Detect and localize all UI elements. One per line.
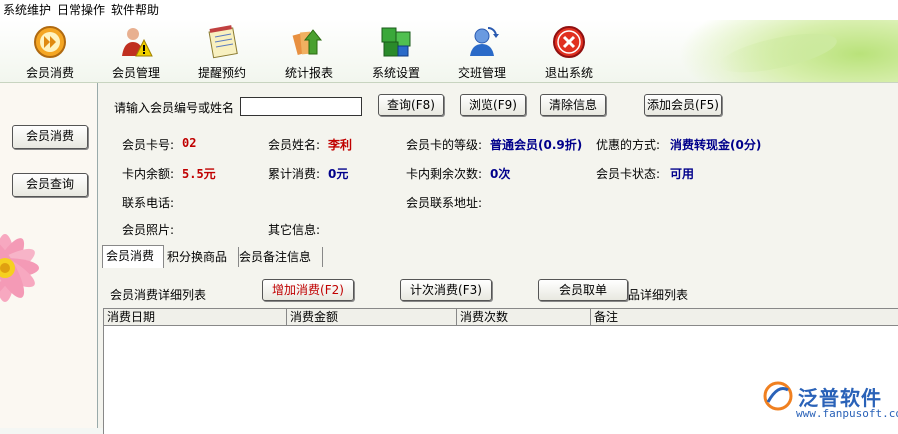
total-label: 累计消费:	[268, 167, 321, 181]
column-header-date[interactable]: 消费日期	[104, 309, 287, 326]
toolbar-label: 交班管理	[457, 66, 506, 80]
search-input[interactable]	[240, 97, 362, 116]
brand-url: www.fanpusoft.com	[796, 407, 898, 420]
discount-value: 消费转现金(0分)	[670, 138, 762, 152]
toolbar-exit-button[interactable]: 退出系统	[534, 24, 604, 81]
tab-member-notes[interactable]: 会员备注信息	[236, 247, 323, 267]
toolbar: 会员消费 会员管理 提醒预约 统计报表 系统设置 交班管理 退出系统	[0, 20, 898, 83]
level-value: 普通会员(0.9折)	[490, 138, 583, 152]
balance-value: 5.5元	[182, 167, 216, 181]
toolbar-label: 退出系统	[544, 66, 593, 80]
toolbar-label: 统计报表	[284, 66, 333, 80]
member-warning-icon	[118, 24, 154, 60]
sidebar-member-query-button[interactable]: 会员查询	[12, 173, 88, 197]
search-label: 请输入会员编号或姓名	[114, 101, 235, 115]
status-label: 会员卡状态:	[596, 167, 661, 181]
sidebar-member-consume-button[interactable]: 会员消费	[12, 125, 88, 149]
level-label: 会员卡的等级:	[406, 138, 483, 152]
column-header-note[interactable]: 备注	[591, 309, 898, 326]
tab-points-exchange[interactable]: 积分换商品	[164, 247, 239, 267]
report-arrow-icon	[291, 24, 327, 60]
card-no-value: 02	[182, 136, 197, 150]
detail-list-title: 会员消费详细列表	[110, 288, 207, 302]
toolbar-shift-button[interactable]: 交班管理	[447, 24, 517, 81]
toolbar-label: 系统设置	[371, 66, 420, 80]
toolbar-settings-button[interactable]: 系统设置	[361, 24, 431, 81]
left-panel: 会员消费 会员查询	[0, 83, 98, 428]
menu-daily-operation[interactable]: 日常操作	[54, 0, 108, 18]
shift-handover-icon	[464, 24, 500, 60]
toolbar-report-button[interactable]: 统计报表	[274, 24, 344, 81]
remain-value: 0次	[490, 167, 511, 181]
cancel-order-button[interactable]: 会员取单	[538, 279, 628, 301]
toolbar-label: 会员消费	[25, 66, 74, 80]
toolbar-label: 会员管理	[111, 66, 160, 80]
balance-label: 卡内余额:	[122, 167, 175, 181]
add-consume-button[interactable]: 增加消费(F2)	[262, 279, 354, 301]
settings-cubes-icon	[378, 24, 414, 60]
main-panel: 请输入会员编号或姓名 查询(F8) 浏览(F9) 清除信息 添加会员(F5) 会…	[98, 83, 898, 434]
remain-label: 卡内剩余次数:	[406, 167, 483, 181]
browse-button[interactable]: 浏览(F9)	[460, 94, 526, 116]
clear-info-button[interactable]: 清除信息	[540, 94, 606, 116]
query-button[interactable]: 查询(F8)	[378, 94, 444, 116]
total-value: 0元	[328, 167, 349, 181]
exit-icon	[551, 24, 587, 60]
flower-decoration	[0, 213, 45, 333]
menu-bar: 系统维护 日常操作 软件帮助	[0, 0, 898, 20]
status-value: 可用	[670, 167, 695, 181]
address-label: 会员联系地址:	[406, 196, 483, 210]
menu-system-maintenance[interactable]: 系统维护	[0, 0, 54, 18]
toolbar-reminder-button[interactable]: 提醒预约	[187, 24, 257, 81]
column-header-count[interactable]: 消费次数	[457, 309, 591, 326]
card-no-label: 会员卡号:	[122, 138, 175, 152]
name-label: 会员姓名:	[268, 138, 321, 152]
photo-label: 会员照片:	[122, 223, 175, 237]
column-header-amount[interactable]: 消费金额	[287, 309, 457, 326]
brand-logo-icon	[763, 381, 793, 411]
fast-forward-icon	[32, 24, 68, 60]
tab-member-consume[interactable]: 会员消费	[102, 245, 164, 268]
toolbar-member-consume-button[interactable]: 会员消费	[15, 24, 85, 81]
brand-watermark: 泛普软件 www.fanpusoft.com	[762, 380, 898, 424]
name-value: 李利	[328, 138, 353, 152]
toolbar-member-manage-button[interactable]: 会员管理	[101, 24, 171, 81]
menu-software-help[interactable]: 软件帮助	[108, 0, 162, 18]
other-info-label: 其它信息:	[268, 223, 321, 237]
phone-label: 联系电话:	[122, 196, 175, 210]
notepad-icon	[204, 24, 240, 60]
toolbar-label: 提醒预约	[197, 66, 246, 80]
count-consume-button[interactable]: 计次消费(F3)	[400, 279, 492, 301]
detail-list-tail: 品详细列表	[628, 288, 689, 302]
discount-label: 优惠的方式:	[596, 138, 661, 152]
add-member-button[interactable]: 添加会员(F5)	[644, 94, 722, 116]
